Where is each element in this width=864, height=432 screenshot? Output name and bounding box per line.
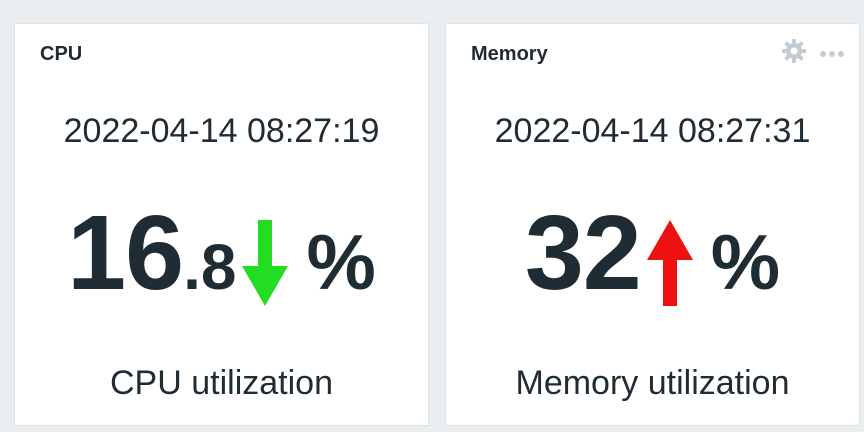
- widget-timestamp: 2022-04-14 08:27:19: [63, 112, 380, 150]
- value-decimal: .8: [183, 231, 237, 303]
- arrow-up-icon: [646, 220, 693, 310]
- widget-description: CPU utilization: [110, 364, 333, 402]
- gear-icon[interactable]: [781, 38, 807, 69]
- widget-title: CPU: [40, 43, 83, 65]
- arrow-down-icon: [242, 220, 289, 310]
- value-integer: 32: [524, 194, 642, 312]
- value-unit: %: [306, 218, 376, 306]
- value-unit: %: [710, 218, 781, 306]
- widget-value: 16 .8 %: [15, 200, 428, 310]
- widget-description: Memory utilization: [515, 364, 790, 402]
- memory-widget: Memory 2022-04-14 08:27:31 32 % Memory u…: [445, 23, 860, 426]
- value-integer: 16: [67, 194, 184, 312]
- more-icon[interactable]: [819, 45, 845, 63]
- widget-timestamp: 2022-04-14 08:27:31: [494, 112, 811, 150]
- widget-title: Memory: [471, 43, 548, 65]
- cpu-widget: CPU 2022-04-14 08:27:19 16 .8 % CPU util…: [14, 23, 429, 426]
- widget-value: 32 %: [446, 200, 859, 310]
- widget-actions: [781, 38, 845, 69]
